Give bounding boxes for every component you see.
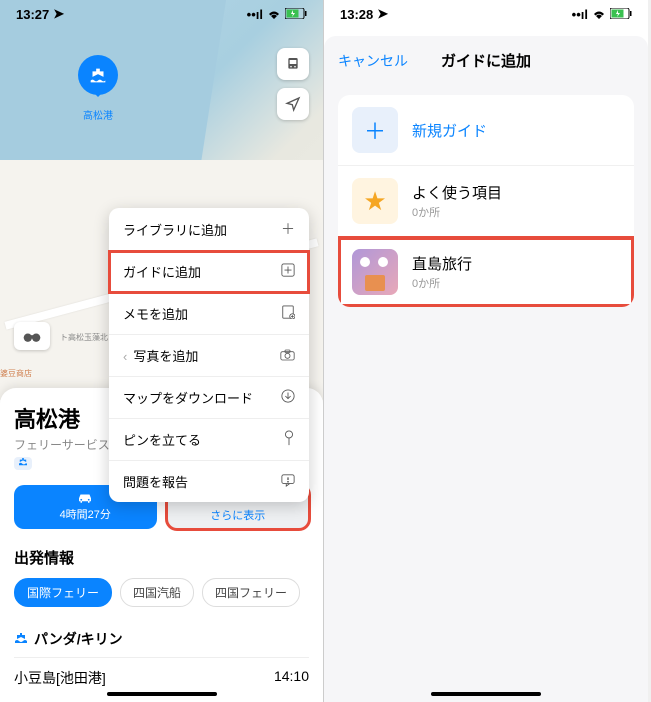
ferry-badge [14,457,32,470]
menu-drop-pin[interactable]: ピンを立てる [109,419,309,461]
ferry-filter-chips: 国際フェリー 四国汽船 四国フェリー [14,578,309,607]
departure-time: 14:10 [274,668,309,688]
plus-icon: ＋ [352,107,398,153]
ferry-icon [14,631,28,647]
chip-shikoku-ferry[interactable]: 四国フェリー [202,578,300,607]
add-to-guide-modal: キャンセル ガイドに追加 ＋ 新規ガイド ★ よく使う項目 0か所 [324,36,648,702]
signal-icon: ••ıl [572,7,588,22]
report-icon [281,473,295,490]
camera-icon [280,348,295,364]
home-indicator[interactable] [431,692,541,696]
add-guide-icon [281,263,295,280]
chip-shikoku-kisen[interactable]: 四国汽船 [120,578,194,607]
signal-icon: ••ıl [247,7,263,22]
status-bar: 13:27 ➤ ••ıl [0,0,323,26]
phone-right-add-guide: 13:28 ➤ ••ıl キャンセル ガイドに追加 ＋ 新規ガイド [324,0,648,702]
cancel-button[interactable]: キャンセル [338,51,408,71]
modal-title: ガイドに追加 [441,50,531,71]
battery-icon [285,7,307,22]
chevron-left-icon: ‹ [123,349,127,364]
status-bar: 13:28 ➤ ••ıl [324,0,648,26]
location-icon: ➤ [53,6,64,22]
pin-icon [283,430,295,449]
note-icon [281,305,295,322]
location-button[interactable] [277,88,309,120]
menu-download-map[interactable]: マップをダウンロード [109,377,309,419]
context-menu: ライブラリに追加 ＋ ガイドに追加 メモを追加 ‹写真を追加 マップをダウンロー… [109,208,309,502]
plus-icon: ＋ [281,219,295,239]
transit-mode-button[interactable] [277,48,309,80]
pin-label: 高松港 [78,107,118,122]
menu-add-guide[interactable]: ガイドに追加 [109,251,309,293]
status-time: 13:27 [16,7,49,22]
menu-report-issue[interactable]: 問題を報告 [109,461,309,502]
guide-item-naoshima[interactable]: 直島旅行 0か所 [338,237,634,307]
wifi-icon [592,7,606,22]
battery-icon [610,7,632,22]
menu-add-photo[interactable]: ‹写真を追加 [109,335,309,377]
map-label: ト高松玉藻北 [60,332,108,343]
download-icon [281,389,295,406]
guide-thumbnail [352,249,398,295]
car-icon [76,492,94,506]
guide-item-new[interactable]: ＋ 新規ガイド [338,95,634,166]
location-icon: ➤ [377,6,388,22]
home-indicator[interactable] [107,692,217,696]
departures-title: 出発情報 [14,547,309,568]
menu-add-library[interactable]: ライブラリに追加 ＋ [109,208,309,251]
star-icon: ★ [352,178,398,224]
guide-item-favorites[interactable]: ★ よく使う項目 0か所 [338,166,634,237]
menu-add-note[interactable]: メモを追加 [109,293,309,335]
departure-dest: 小豆島[池田港] [14,668,106,688]
wifi-icon [267,7,281,22]
phone-left-maps: ト高松玉藻北 婆豆商店 13:27 ➤ ••ıl 高松港 [0,0,324,702]
look-around-button[interactable] [14,322,50,350]
guide-list: ＋ 新規ガイド ★ よく使う項目 0か所 直島旅行 0か所 [338,95,634,307]
ferry-route-header: パンダ/キリン [14,621,309,658]
chip-international-ferry[interactable]: 国際フェリー [14,578,112,607]
map-label: 婆豆商店 [0,368,32,379]
map-pin-ferry[interactable]: 高松港 [78,55,118,122]
status-time: 13:28 [340,7,373,22]
